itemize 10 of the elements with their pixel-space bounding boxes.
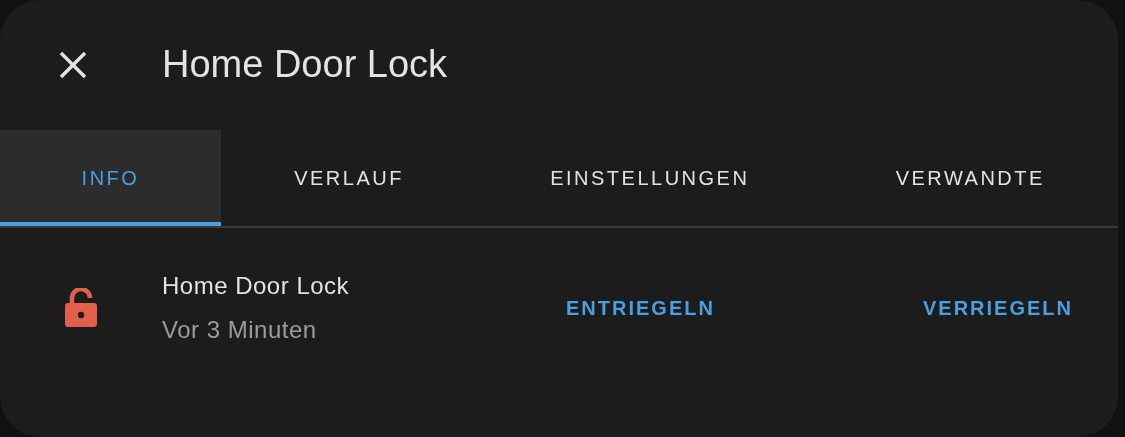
action-button[interactable]: VERRIEGELN — [912, 285, 1083, 331]
tab[interactable]: EINSTELLUNGEN — [477, 130, 823, 226]
close-icon — [58, 50, 88, 80]
action-button[interactable]: ENTRIEGELN — [556, 285, 725, 331]
last-changed-text: Vor 3 Minuten — [162, 315, 318, 345]
tab[interactable]: VERLAUF — [221, 130, 478, 226]
tab[interactable]: INFO — [0, 130, 221, 226]
entity-name: Home Door Lock — [162, 271, 351, 301]
tab[interactable]: VERWANDTE — [822, 130, 1118, 226]
dialog-title: Home Door Lock — [162, 42, 448, 88]
